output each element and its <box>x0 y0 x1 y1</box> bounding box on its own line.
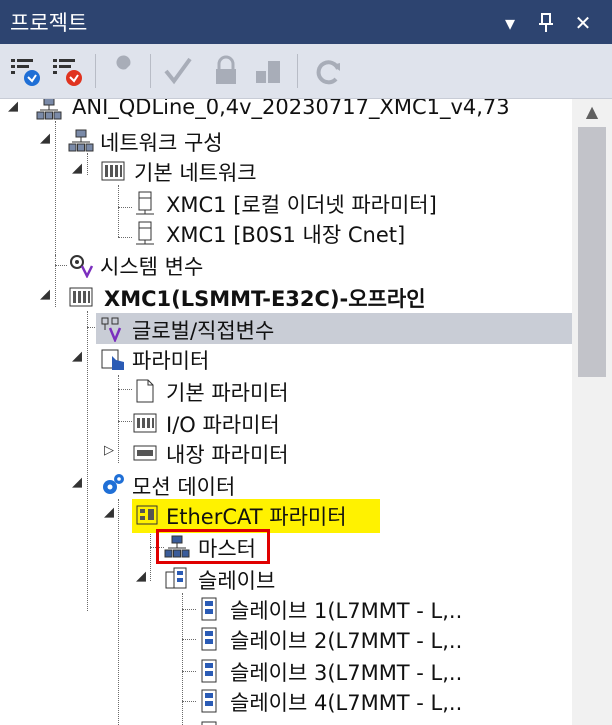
close-icon[interactable]: ✕ <box>570 10 596 36</box>
device-icon <box>132 190 158 216</box>
network-config-icon <box>68 128 94 154</box>
io-parameter-icon <box>132 410 158 436</box>
tree-item-slave-3[interactable]: 슬레이브 3(L7MMT - L,.. <box>0 655 572 686</box>
network-export-icon[interactable] <box>250 53 286 89</box>
scrollbar-thumb[interactable] <box>578 127 606 377</box>
panel-title: 프로젝트 <box>10 11 88 35</box>
tree-item-system-variable[interactable]: 시스템 변수 <box>0 249 572 280</box>
tree-item-global-variable[interactable]: 글로벌/직접변수 <box>0 313 572 344</box>
tree-item-label: EtherCAT 파라미터 <box>166 505 347 529</box>
tree-item-slave-1[interactable]: 슬레이브 1(L7MMT - L,.. <box>0 593 572 624</box>
toolbar-separator <box>297 54 298 88</box>
expand-icon[interactable]: ◢ <box>104 505 114 520</box>
tree-item-label: 글로벌/직접변수 <box>132 319 275 343</box>
tree-item-parameter[interactable]: ◢ 파라미터 <box>0 343 572 374</box>
tree-item-slave[interactable]: ◢ 슬레이브 <box>0 563 572 594</box>
slave-device-icon <box>196 688 222 714</box>
parameter-icon <box>100 346 126 372</box>
tree-item-project[interactable]: ◢ ANI_QDLine_0,4v_20230717_XMC1_v4,73 <box>0 99 572 124</box>
tree-item-label: ANI_QDLine_0,4v_20230717_XMC1_v4,73 <box>72 99 510 119</box>
tree-item-master[interactable]: 마스터 <box>0 531 572 562</box>
document-icon <box>132 378 158 404</box>
tree-item-builtin-parameter[interactable]: ▷ 내장 파라미터 <box>0 437 572 468</box>
slave-device-icon <box>196 596 222 622</box>
tree-item-slave-2[interactable]: 슬레이브 2(L7MMT - L,.. <box>0 623 572 654</box>
tree-item-label: 슬레이브 4(L7MMT - L,.. <box>230 691 463 715</box>
toolbar-separator <box>150 54 151 88</box>
tree-item-xmc1-cnet[interactable]: XMC1 [B0S1 내장 Cnet] <box>0 217 572 248</box>
filter-blue-icon[interactable] <box>8 53 44 89</box>
ethercat-icon <box>134 502 160 528</box>
tree-item-motion-data[interactable]: ◢ 모션 데이터 <box>0 469 572 500</box>
tree-item-io-parameter[interactable]: I/O 파라미터 <box>0 407 572 438</box>
tree-item-label: XMC1 [B0S1 내장 Cnet] <box>166 223 406 247</box>
global-variable-icon <box>100 316 126 344</box>
builtin-parameter-icon <box>132 440 158 466</box>
panel-titlebar: 프로젝트 ▾ ✕ <box>0 0 612 44</box>
slave-group-icon <box>164 566 190 592</box>
tree-item-label: XMC1 [로컬 이더넷 파라미터] <box>166 193 437 217</box>
expand-icon[interactable]: ◢ <box>72 349 82 364</box>
tree-item-label: 모션 데이터 <box>132 475 236 499</box>
expand-icon[interactable]: ◢ <box>40 287 50 302</box>
tree-item-basic-parameter[interactable]: 기본 파라미터 <box>0 375 572 406</box>
expand-icon[interactable]: ◢ <box>8 99 18 114</box>
project-network-icon <box>36 99 62 122</box>
tree-item-ethercat-parameter[interactable]: ◢ EtherCAT 파라미터 <box>0 499 572 530</box>
vertical-scrollbar[interactable]: ▲ <box>572 99 612 725</box>
tree-item-label: 내장 파라미터 <box>166 443 289 467</box>
basic-network-icon <box>100 158 126 184</box>
slave-device-icon <box>196 720 222 725</box>
expand-icon[interactable]: ◢ <box>72 161 82 176</box>
device-icon <box>132 220 158 246</box>
panel-toolbar <box>0 44 612 99</box>
tree-item-label: I/O 파라미터 <box>166 413 280 437</box>
wrench-icon[interactable] <box>106 53 142 89</box>
expand-icon[interactable]: ◢ <box>136 569 146 584</box>
dropdown-icon[interactable]: ▾ <box>497 10 523 36</box>
tree-item-label: 기본 네트워크 <box>134 161 257 185</box>
expand-icon[interactable]: ▷ <box>104 443 114 458</box>
tree-item-label: 슬레이브 3(L7MMT - L,.. <box>230 661 463 685</box>
system-variable-icon <box>68 252 94 279</box>
tree-item-label: 기본 파라미터 <box>166 381 289 405</box>
tree-item-xmc1-local-ethernet[interactable]: XMC1 [로컬 이더넷 파라미터] <box>0 187 572 218</box>
tree-item-label: 슬레이브 <box>198 569 276 593</box>
motion-gear-icon <box>100 472 126 498</box>
tree-item-xmc1-plc[interactable]: ◢ XMC1(LSMMT-E32C)-오프라인 <box>0 281 572 312</box>
plc-icon <box>68 284 94 310</box>
tree-item-label: 시스템 변수 <box>100 255 204 279</box>
scroll-up-icon[interactable]: ▲ <box>572 99 612 123</box>
master-annotation-box <box>156 529 270 564</box>
project-tree[interactable]: ◢ ANI_QDLine_0,4v_20230717_XMC1_v4,73 ◢ … <box>0 99 572 725</box>
tree-item-label: 슬레이브 1(L7MMT - L,.. <box>230 599 463 623</box>
toolbar-separator <box>95 54 96 88</box>
expand-icon[interactable]: ◢ <box>72 475 82 490</box>
tree-item-basic-network[interactable]: ◢ 기본 네트워크 <box>0 155 572 186</box>
refresh-icon[interactable] <box>310 53 346 89</box>
tree-item-slave-partial <box>0 717 572 725</box>
slave-device-icon <box>196 626 222 652</box>
tree-item-label: 파라미터 <box>132 349 210 373</box>
expand-icon[interactable]: ◢ <box>40 131 50 146</box>
pin-icon[interactable] <box>533 10 559 36</box>
tree-item-label: 슬레이브 2(L7MMT - L,.. <box>230 629 463 653</box>
slave-device-icon <box>196 658 222 684</box>
filter-red-icon[interactable] <box>50 53 86 89</box>
tree-item-label: XMC1(LSMMT-E32C)-오프라인 <box>104 287 426 311</box>
check-icon[interactable] <box>160 53 196 89</box>
lock-icon[interactable] <box>208 53 244 89</box>
tree-item-slave-4[interactable]: 슬레이브 4(L7MMT - L,.. <box>0 685 572 716</box>
tree-item-label: 네트워크 구성 <box>100 131 223 155</box>
tree-item-network-config[interactable]: ◢ 네트워크 구성 <box>0 125 572 156</box>
